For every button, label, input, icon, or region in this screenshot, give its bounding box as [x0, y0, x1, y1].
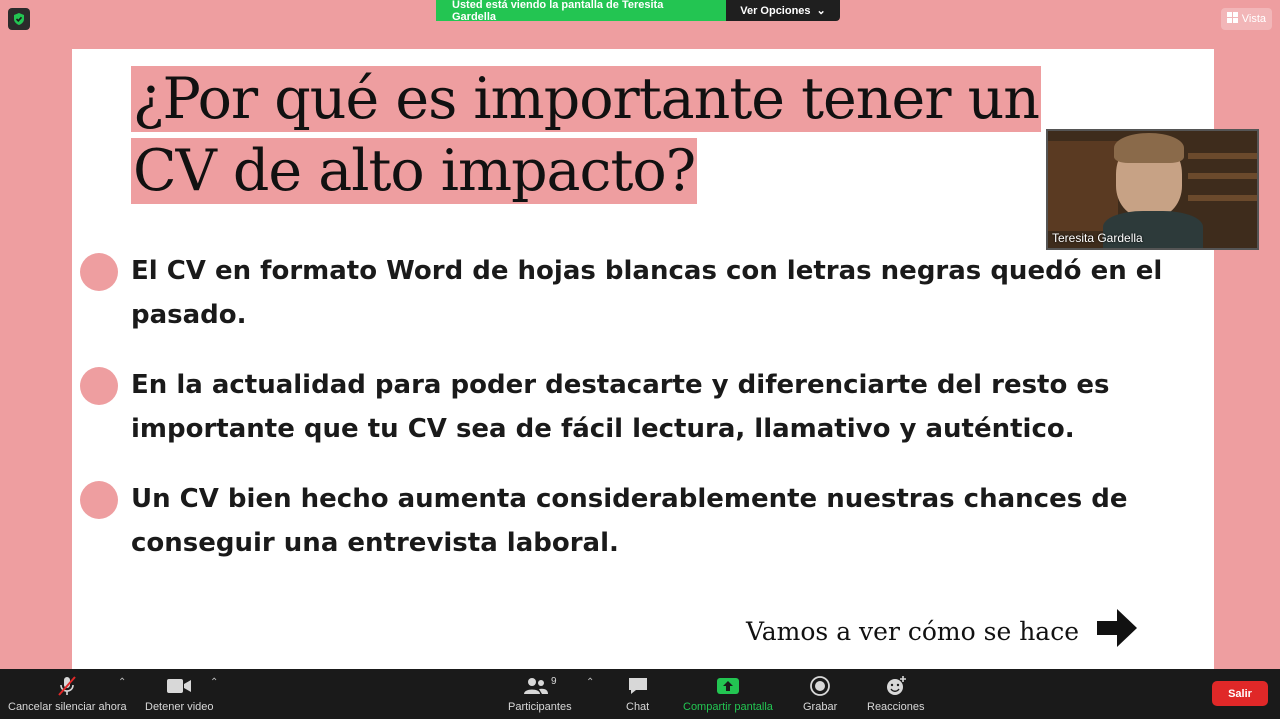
unmute-label: Cancelar silenciar ahora: [8, 701, 127, 713]
unmute-button[interactable]: Cancelar silenciar ahora: [8, 673, 127, 713]
screen-share-banner: Usted está viendo la pantalla de Teresit…: [436, 0, 840, 23]
stop-video-label: Detener video: [145, 701, 214, 713]
record-icon: [809, 673, 831, 699]
meeting-toolbar: Cancelar silenciar ahora ⌃ Detener video…: [0, 669, 1280, 719]
share-screen-button[interactable]: Compartir pantalla: [683, 673, 773, 713]
slide-title: ¿Por qué es importante tener un CV de al…: [131, 63, 1041, 207]
share-screen-icon: [716, 673, 740, 699]
reactions-label: Reacciones: [867, 701, 925, 713]
record-button[interactable]: Grabar: [803, 673, 837, 713]
bullet-item: El CV en formato Word de hojas blancas c…: [80, 249, 1200, 337]
participant-name: Teresita Gardella: [1052, 231, 1143, 245]
bullet-dot: [80, 481, 118, 519]
participants-button[interactable]: 9 Participantes: [508, 673, 572, 714]
slide-title-line-1: ¿Por qué es importante tener un: [131, 66, 1041, 132]
view-label: Vista: [1241, 13, 1266, 25]
participants-options-caret[interactable]: ⌃: [586, 677, 594, 688]
bullet-text: El CV en formato Word de hojas blancas c…: [131, 256, 1163, 330]
arrow-right-icon: [1097, 609, 1137, 653]
slide-footer: Vamos a ver cómo se hace: [746, 609, 1137, 653]
view-options-label: Ver Opciones: [740, 4, 811, 17]
video-camera-icon: [166, 673, 192, 699]
participants-icon: 9: [523, 673, 557, 699]
chat-button[interactable]: Chat: [626, 673, 649, 713]
chat-bubble-icon: [627, 673, 649, 699]
microphone-muted-icon: [55, 673, 79, 699]
stop-video-button[interactable]: Detener video: [145, 673, 214, 713]
grid-view-icon: [1226, 12, 1238, 26]
bullet-list: El CV en formato Word de hojas blancas c…: [80, 249, 1200, 591]
bullet-item: En la actualidad para poder destacarte y…: [80, 363, 1200, 451]
reactions-button[interactable]: Reacciones: [867, 673, 924, 713]
record-label: Grabar: [803, 701, 838, 713]
participant-video[interactable]: Teresita Gardella: [1046, 129, 1259, 250]
chevron-down-icon: ⌄: [816, 5, 826, 17]
bullet-text: En la actualidad para poder destacarte y…: [131, 370, 1110, 444]
participants-label: Participantes: [508, 701, 572, 713]
view-options-button[interactable]: Ver Opciones ⌄: [726, 0, 840, 21]
sharing-message: Usted está viendo la pantalla de Teresit…: [436, 0, 726, 23]
chat-label: Chat: [626, 701, 650, 713]
participants-count: 9: [551, 675, 557, 687]
bullet-dot: [80, 253, 118, 291]
slide-footer-text: Vamos a ver cómo se hace: [746, 616, 1079, 646]
smiley-icon: [885, 673, 907, 699]
leave-meeting-button[interactable]: Salir: [1212, 681, 1268, 706]
share-screen-label: Compartir pantalla: [683, 701, 773, 713]
bullet-item: Un CV bien hecho aumenta considerablemen…: [80, 477, 1200, 565]
bullet-dot: [80, 367, 118, 405]
shared-slide: ¿Por qué es importante tener un CV de al…: [72, 49, 1214, 669]
view-button[interactable]: Vista: [1220, 8, 1272, 30]
bullet-text: Un CV bien hecho aumenta considerablemen…: [131, 484, 1128, 558]
audio-options-caret[interactable]: ⌃: [118, 677, 126, 688]
security-shield-icon[interactable]: [8, 8, 30, 30]
video-options-caret[interactable]: ⌃: [210, 677, 218, 688]
slide-title-line-2: CV de alto impacto?: [131, 138, 698, 204]
